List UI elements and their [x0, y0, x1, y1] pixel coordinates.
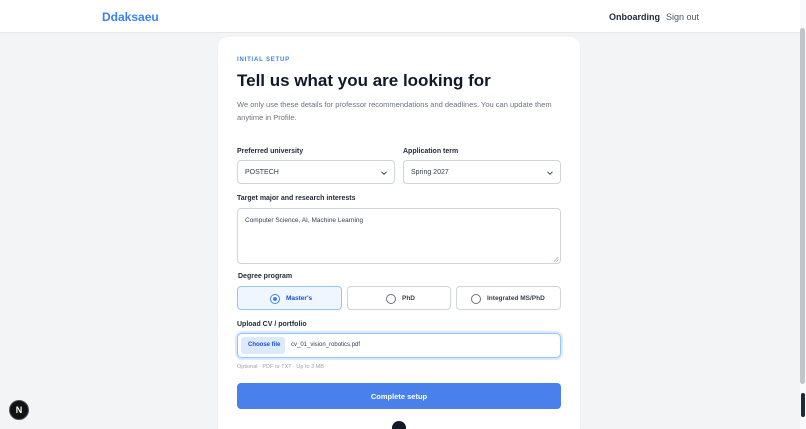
page-subtitle: We only use these details for professor … [237, 100, 552, 122]
degree-option-label: Integrated MS/PhD [487, 295, 545, 302]
top-navbar: Ddaksaeu Onboarding Sign out [0, 0, 800, 33]
chevron-down-icon [547, 171, 553, 176]
radio-selected-icon [270, 294, 280, 304]
interests-textarea[interactable]: Computer Science, AI, Machine Learning [237, 208, 561, 264]
university-select[interactable]: POSTECH [237, 160, 395, 184]
choose-file-button[interactable]: Choose file [241, 337, 285, 354]
interests-value: Computer Science, AI, Machine Learning [245, 217, 364, 224]
university-label: Preferred university [237, 148, 304, 155]
radio-unselected-icon [471, 294, 481, 304]
page-scrollbar[interactable] [800, 0, 806, 429]
degree-option-label: PhD [402, 295, 415, 302]
term-value: Spring 2027 [411, 169, 449, 176]
complete-setup-button[interactable]: Complete setup [237, 383, 561, 409]
page-title: Tell us what you are looking for [237, 71, 491, 90]
dev-badge-letter: N [15, 405, 23, 415]
cv-file-input[interactable]: Choose file cv_01_vision_robotics.pdf [237, 333, 561, 358]
resize-handle-icon[interactable] [553, 256, 559, 262]
term-label: Application term [403, 148, 459, 155]
radio-unselected-icon [386, 294, 396, 304]
choose-file-label: Choose file [248, 342, 281, 348]
interests-label: Target major and research interests [237, 195, 356, 202]
scrollbar-thumb[interactable] [800, 28, 805, 384]
nav-onboarding-link[interactable]: Onboarding [609, 12, 660, 22]
degree-option-integrated[interactable]: Integrated MS/PhD [456, 286, 561, 310]
degree-option-phd[interactable]: PhD [347, 286, 451, 310]
nav-sign-out-link[interactable]: Sign out [666, 12, 699, 22]
setup-card: INITIAL SETUP Tell us what you are looki… [218, 37, 580, 429]
complete-setup-label: Complete setup [370, 392, 428, 401]
floating-toolbar-tab[interactable] [392, 421, 406, 429]
dev-tools-badge[interactable]: N [9, 400, 29, 420]
upload-hint: Optional · PDF or TXT · Up to 3 MB [237, 364, 324, 370]
chevron-down-icon [381, 171, 387, 176]
university-value: POSTECH [245, 169, 279, 176]
selected-filename: cv_01_vision_robotics.pdf [291, 342, 361, 348]
app-logo[interactable]: Ddaksaeu [102, 10, 159, 24]
degree-option-masters[interactable]: Master's [237, 286, 342, 310]
section-eyebrow: INITIAL SETUP [237, 57, 290, 63]
degree-label: Degree program [238, 273, 293, 280]
scrollbar-end-marker [801, 393, 805, 417]
upload-label: Upload CV / portfolio [237, 321, 307, 328]
term-select[interactable]: Spring 2027 [403, 160, 561, 184]
degree-option-label: Master's [286, 295, 313, 302]
